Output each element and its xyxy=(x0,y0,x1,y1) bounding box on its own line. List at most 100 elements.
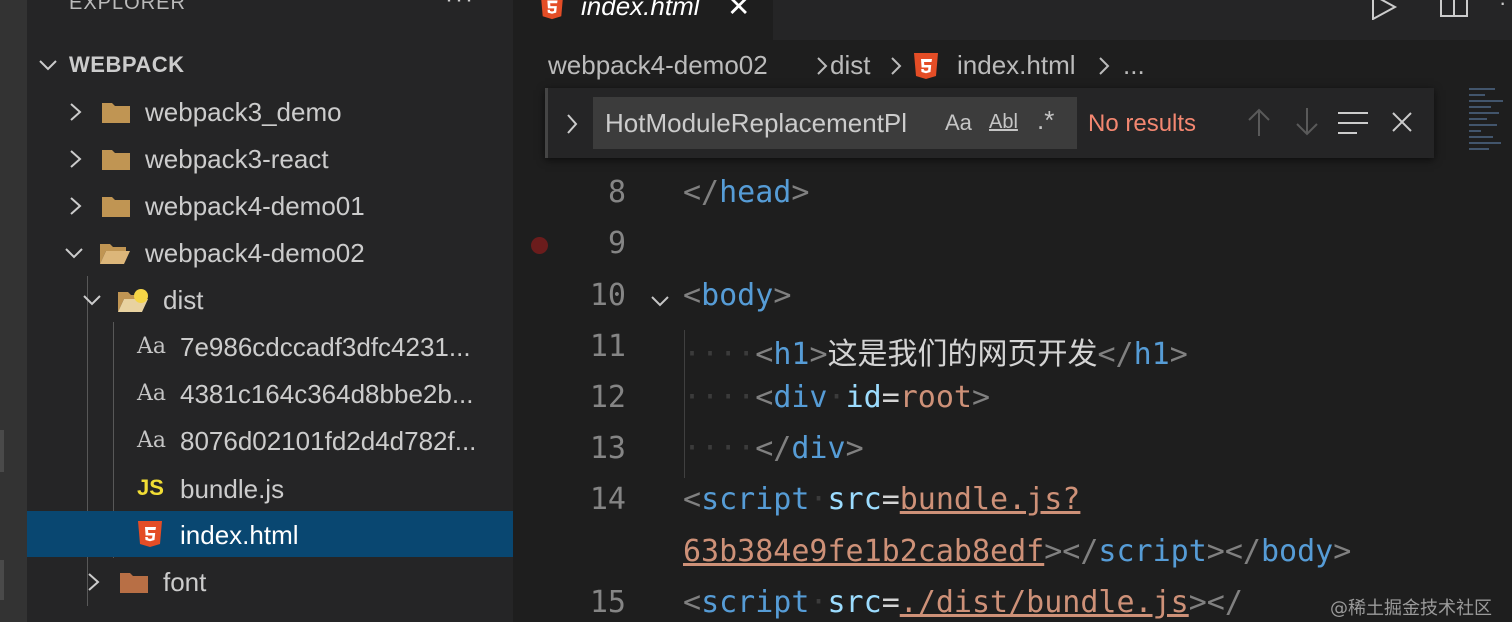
tree-item-label: webpack3_demo xyxy=(145,97,342,127)
regex-icon[interactable]: .* xyxy=(1037,105,1054,136)
code-token: = xyxy=(881,585,900,620)
split-editor-icon[interactable] xyxy=(1439,0,1469,18)
breadcrumb-item[interactable]: index.html xyxy=(957,50,1076,81)
match-whole-word-icon[interactable]: Abl xyxy=(989,111,1018,134)
minimap[interactable] xyxy=(1469,88,1509,168)
chevron-right-icon xyxy=(1099,57,1110,75)
chevron-down-icon xyxy=(39,60,57,71)
tree-item-label: webpack3-react xyxy=(145,144,329,174)
fold-chevron-icon[interactable] xyxy=(649,290,671,312)
breadcrumb-item[interactable]: webpack4-demo02 xyxy=(548,50,768,81)
font-folder-icon xyxy=(120,573,148,593)
code-token: div xyxy=(773,380,828,415)
folder-icon xyxy=(102,150,130,170)
line-number: 10 xyxy=(589,278,626,313)
line-number: 9 xyxy=(607,226,626,261)
code-line: ····<h1>这是我们的网页开发</h1> xyxy=(683,329,1188,373)
code-token: </ xyxy=(683,175,720,210)
code-token: </ xyxy=(755,431,792,466)
find-input[interactable]: HotModuleReplacementPl xyxy=(605,108,907,139)
close-find-icon[interactable] xyxy=(1390,110,1414,134)
code-token: > xyxy=(809,337,828,372)
tree-item-label: webpack4-demo02 xyxy=(145,238,365,268)
breadcrumb-item[interactable]: ... xyxy=(1123,50,1145,81)
line-number: 8 xyxy=(607,175,626,210)
tree-item-folder-open[interactable]: dist xyxy=(27,276,513,322)
find-in-selection-icon[interactable] xyxy=(1337,110,1369,136)
code-token: > xyxy=(972,380,991,415)
dist-folder-icon xyxy=(118,289,148,312)
line-number: 12 xyxy=(589,380,626,415)
code-token: id xyxy=(845,380,882,415)
code-token: bundle.js? xyxy=(899,482,1081,517)
font-file-icon: Aa xyxy=(137,428,167,453)
code-line: <script·src=bundle.js? xyxy=(683,482,1080,517)
line-number: 13 xyxy=(589,431,626,466)
breakpoint-marker[interactable] xyxy=(531,237,548,254)
chevron-right-icon xyxy=(70,103,82,121)
match-case-icon[interactable]: Aa xyxy=(945,110,972,136)
code-line: </head> xyxy=(683,175,809,210)
tree-item-file[interactable]: Aa 4381c164c364d8bbe2b... xyxy=(27,370,513,416)
tree-item-folder[interactable]: webpack3-react xyxy=(27,135,513,181)
code-token: div xyxy=(791,431,846,466)
code-token: > xyxy=(791,175,810,210)
explorer-sidebar: EXPLORER ··· WEBPACK webpack3_demo webpa… xyxy=(27,0,513,622)
font-file-icon: Aa xyxy=(137,334,167,359)
tree-item-folder-open[interactable]: webpack4-demo02 xyxy=(27,229,513,275)
code-token: root xyxy=(899,380,972,415)
line-number: 14 xyxy=(589,482,626,517)
code-token: ></ xyxy=(1188,585,1243,620)
find-input-box[interactable]: HotModuleReplacementPl Aa Abl .* xyxy=(593,97,1077,149)
code-token: > xyxy=(1333,534,1352,569)
tree-item-label: 7e986cdccadf3dfc4231... xyxy=(180,332,471,362)
line-number: 11 xyxy=(589,329,626,364)
watermark: @稀土掘金技术社区 xyxy=(1330,598,1492,619)
more-actions-icon[interactable]: ··· xyxy=(445,0,475,14)
folder-icon xyxy=(102,103,130,123)
tree-item-folder[interactable]: font xyxy=(27,558,513,604)
tree-item-label: font xyxy=(163,567,207,597)
html5-icon xyxy=(914,53,938,79)
tree-item-label: bundle.js xyxy=(180,474,285,504)
toggle-replace-chevron-icon[interactable] xyxy=(564,112,580,136)
tree-item-file[interactable]: Aa 7e986cdccadf3dfc4231... xyxy=(27,323,513,369)
code-token: ></ xyxy=(1206,534,1261,569)
tree-item-label: 8076d02101fd2d4d782f... xyxy=(180,426,477,456)
tab-index-html[interactable]: index.html ✕ xyxy=(513,0,773,40)
code-line: <script·src=./dist/bundle.js></ xyxy=(683,585,1243,620)
close-tab-icon[interactable]: ✕ xyxy=(727,0,750,23)
code-line: ····</div> xyxy=(683,431,864,466)
html5-icon xyxy=(541,0,563,20)
code-token: ></ xyxy=(1044,534,1099,569)
code-token: > xyxy=(773,278,792,313)
code-token: · xyxy=(809,482,828,517)
tree-item-folder[interactable]: webpack4-demo01 xyxy=(27,182,513,228)
code-token: ···· xyxy=(683,380,756,415)
tree-item-file-selected[interactable]: index.html xyxy=(27,511,513,557)
activity-indicator xyxy=(0,430,4,472)
code-token: · xyxy=(809,585,828,620)
folder-open-icon xyxy=(100,244,130,264)
tab-label: index.html xyxy=(581,0,700,21)
next-match-icon[interactable] xyxy=(1294,106,1320,138)
code-token: src xyxy=(827,482,882,517)
tree-item-label: webpack4-demo01 xyxy=(145,191,365,221)
tree-item-file[interactable]: JS bundle.js xyxy=(27,465,513,511)
breadcrumb: webpack4-demo02 dist index.html ... xyxy=(513,40,1512,90)
code-token: script xyxy=(701,482,810,517)
tree-item-file[interactable]: Aa 8076d02101fd2d4d782f... xyxy=(27,417,513,463)
run-icon[interactable] xyxy=(1369,0,1399,20)
code-token: · xyxy=(827,380,846,415)
previous-match-icon[interactable] xyxy=(1246,106,1272,138)
tree-item-folder[interactable]: webpack3_demo xyxy=(27,88,513,134)
code-token: </ xyxy=(1097,337,1134,372)
code-token: script xyxy=(701,585,810,620)
breadcrumb-item[interactable]: dist xyxy=(830,50,870,81)
workspace-section-header[interactable]: WEBPACK xyxy=(27,44,513,86)
chevron-right-icon xyxy=(70,197,82,215)
more-actions-icon[interactable]: · xyxy=(1499,0,1506,16)
explorer-title: EXPLORER xyxy=(69,0,186,14)
tree-item-label: dist xyxy=(163,285,204,315)
code-token: h1 xyxy=(773,337,810,372)
